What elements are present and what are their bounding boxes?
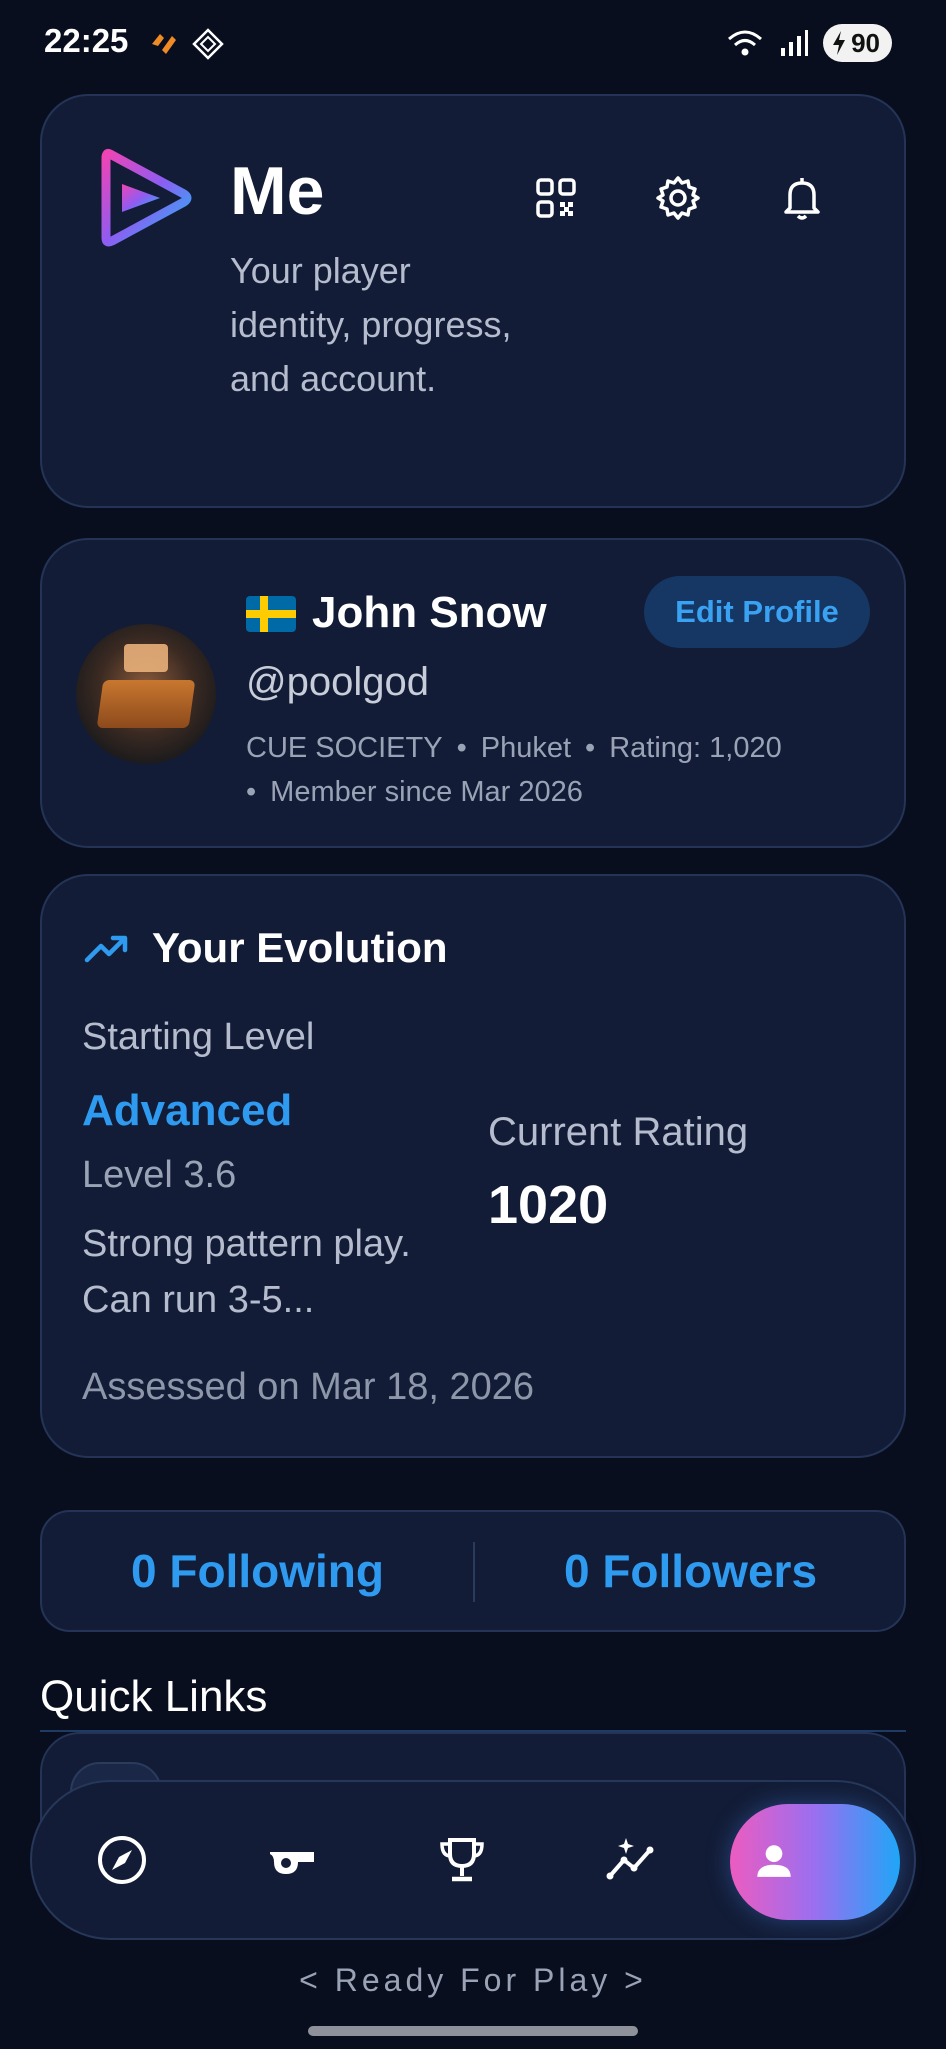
wifi-icon <box>728 30 763 56</box>
status-time: 22:25 <box>44 22 129 59</box>
profile-handle: @poolgod <box>246 660 429 704</box>
app-notification-icon <box>152 34 176 54</box>
battery-indicator: 90 <box>823 24 892 62</box>
sparkle-chart-icon <box>606 1838 654 1880</box>
current-rating-value: 1020 <box>488 1175 609 1235</box>
avatar[interactable] <box>76 624 216 764</box>
nav-tournaments[interactable] <box>426 1824 498 1896</box>
evolution-title: Your Evolution <box>152 924 448 971</box>
following-link[interactable]: 0 Following <box>42 1512 473 1630</box>
starting-level-label: Starting Level <box>82 1016 315 1058</box>
bell-glyph <box>784 178 820 220</box>
battery-level: 90 <box>851 27 880 58</box>
assessed-date: Assessed on Mar 18, 2026 <box>82 1366 535 1408</box>
profile-icon <box>757 1845 791 1877</box>
avatar-lamp <box>124 644 168 672</box>
level-name: Advanced <box>82 1086 293 1135</box>
nav-referee[interactable] <box>256 1824 328 1896</box>
sweden-flag-icon <box>246 596 296 632</box>
trophy-icon <box>440 1838 484 1882</box>
level-number: Level 3.6 <box>82 1154 237 1196</box>
profile-location: Phuket <box>480 732 572 764</box>
followers-link[interactable]: 0 Followers <box>475 1512 906 1630</box>
status-system-icons: 90 <box>725 24 892 62</box>
profile-rating: Rating: 1,020 <box>609 732 782 764</box>
evolution-card: Your Evolution Starting Level Advanced L… <box>40 874 906 1458</box>
bell-icon[interactable] <box>778 174 826 222</box>
edit-profile-button[interactable]: Edit Profile <box>644 576 870 648</box>
qr-code-glyph <box>536 178 576 218</box>
charging-icon <box>833 31 846 55</box>
signal-icon <box>781 30 809 56</box>
level-description: Strong pattern play. Can run 3-5... <box>82 1223 411 1321</box>
nav-explore[interactable] <box>86 1824 158 1896</box>
grid-diamond-icon <box>192 28 224 60</box>
separator-dot: • <box>585 732 596 764</box>
bottom-navigation <box>30 1780 916 1940</box>
page-subtitle: Your player identity, progress, and acco… <box>230 250 512 399</box>
avatar-pool-table <box>96 680 196 728</box>
header-card: Me Your player identity, progress, and a… <box>40 94 906 508</box>
nav-stats[interactable] <box>596 1824 668 1896</box>
status-notification-icons <box>148 28 224 60</box>
trending-up-icon <box>84 935 128 963</box>
whistle-icon <box>270 1852 314 1874</box>
page-title: Me <box>230 153 325 229</box>
quick-links-title: Quick Links <box>40 1672 268 1721</box>
profile-card: John Snow Edit Profile @poolgod CUE SOCI… <box>40 538 906 848</box>
profile-club: CUE SOCIETY <box>246 732 443 764</box>
gear-glyph <box>656 176 700 220</box>
social-counts-card: 0 Following 0 Followers <box>40 1510 906 1632</box>
gear-icon[interactable] <box>654 174 702 222</box>
profile-meta-line-2: • Member since Mar 2026 <box>246 776 583 809</box>
footer-tagline: < Ready For Play > <box>299 1962 647 1998</box>
app-logo-icon <box>101 149 192 247</box>
home-indicator[interactable] <box>308 2026 638 2036</box>
compass-icon <box>98 1836 146 1884</box>
separator-dot: • <box>246 776 257 808</box>
profile-name: John Snow <box>312 588 547 637</box>
nav-me-active[interactable] <box>730 1804 900 1920</box>
current-rating-label: Current Rating <box>488 1110 749 1154</box>
profile-meta-line-1: CUE SOCIETY • Phuket • Rating: 1,020 <box>246 732 782 765</box>
qr-code-icon[interactable] <box>532 174 580 222</box>
separator-dot: • <box>456 732 467 764</box>
profile-member-since: Member since Mar 2026 <box>270 776 583 808</box>
